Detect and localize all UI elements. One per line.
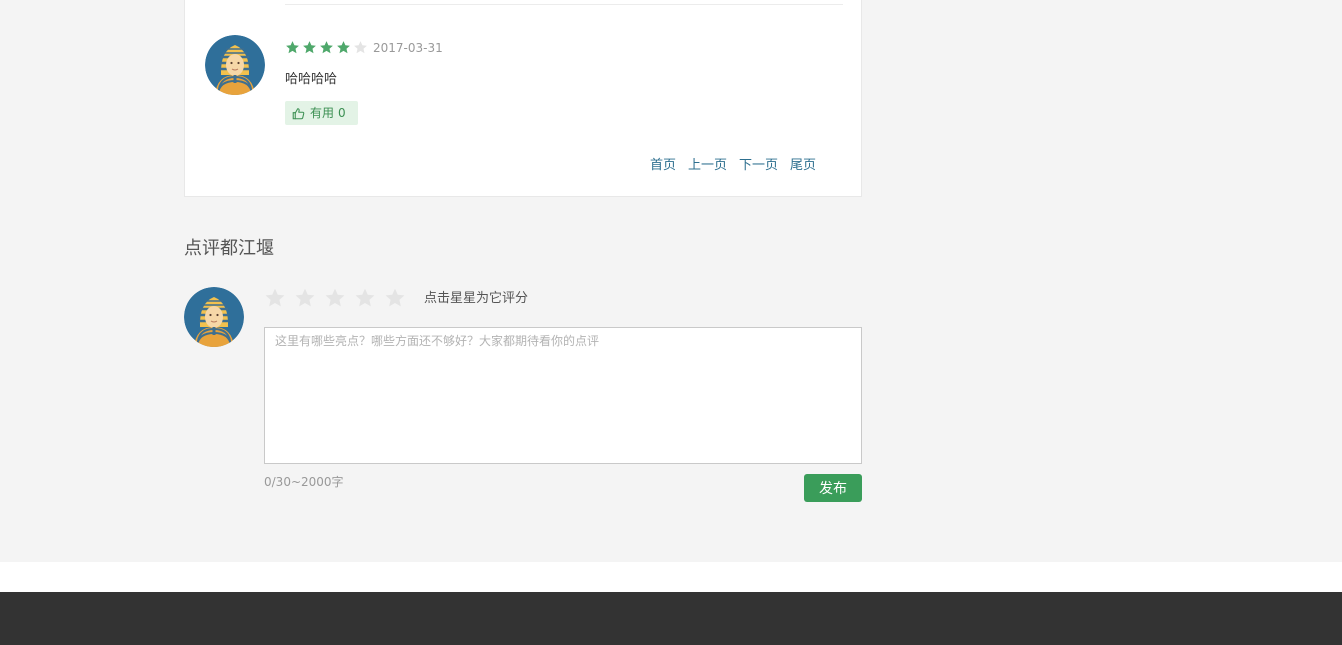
current-user-avatar[interactable]	[184, 287, 244, 347]
review-rating-stars	[285, 40, 368, 55]
char-count: 0/30~2000字	[264, 475, 344, 489]
rate-star-icon[interactable]	[384, 287, 406, 309]
rate-star-icon[interactable]	[294, 287, 316, 309]
review-card: 2017-03-31 哈哈哈哈 有用 0 首页 上一页 下一页 尾页	[184, 0, 862, 197]
star-filled-icon	[320, 41, 333, 54]
pager-last-link[interactable]: 尾页	[790, 157, 816, 175]
useful-count: 0	[338, 106, 346, 120]
rate-star-icon[interactable]	[354, 287, 376, 309]
reviewer-avatar[interactable]	[205, 35, 265, 95]
review-textarea[interactable]	[264, 327, 862, 464]
footer-spacer	[0, 562, 1342, 592]
pager-prev-link[interactable]: 上一页	[688, 157, 727, 175]
star-filled-icon	[303, 41, 316, 54]
previous-review-divider	[285, 4, 843, 5]
pharaoh-avatar-icon	[184, 287, 244, 347]
publish-button[interactable]: 发布	[804, 474, 862, 502]
thumbs-up-icon	[292, 107, 305, 119]
useful-label: 有用	[310, 106, 335, 120]
rate-star-icon[interactable]	[324, 287, 346, 309]
review-text: 哈哈哈哈	[285, 72, 338, 87]
star-empty-icon	[354, 41, 367, 54]
pager-next-link[interactable]: 下一页	[739, 157, 778, 175]
rating-hint: 点击星星为它评分	[424, 291, 529, 306]
footer	[0, 592, 1342, 645]
useful-button[interactable]: 有用 0	[285, 101, 358, 125]
write-review-title: 点评都江堰	[184, 238, 274, 259]
pager-first-link[interactable]: 首页	[650, 157, 676, 175]
pharaoh-avatar-icon	[205, 35, 265, 95]
page: 2017-03-31 哈哈哈哈 有用 0 首页 上一页 下一页 尾页 点评都江堰	[0, 0, 1342, 645]
rate-star-icon[interactable]	[264, 287, 286, 309]
star-filled-icon	[286, 41, 299, 54]
star-filled-icon	[337, 41, 350, 54]
review-date: 2017-03-31	[373, 41, 443, 55]
pagination: 首页 上一页 下一页 尾页	[650, 157, 816, 175]
rate-stars-input	[264, 287, 406, 309]
